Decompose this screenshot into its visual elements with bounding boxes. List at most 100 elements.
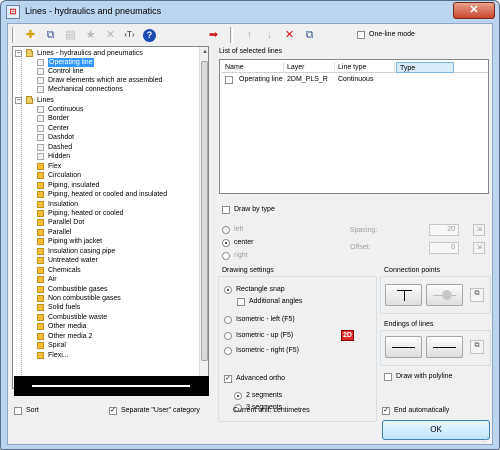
delete-icon[interactable]: ✕ — [102, 27, 119, 43]
endings-settings-icon[interactable]: ⧉ — [470, 340, 484, 354]
selected-lines-list[interactable]: Name Layer Line type Type Operating line… — [219, 59, 489, 194]
tree-item-label: Flexi... — [48, 351, 69, 359]
radio-isometric-right[interactable] — [224, 347, 232, 355]
radio-isometric-left[interactable] — [224, 316, 232, 324]
radio-left[interactable] — [222, 226, 230, 234]
column-name[interactable]: Name — [222, 62, 284, 73]
offset-field[interactable]: 0 — [429, 242, 459, 254]
radio-isometric-up[interactable] — [224, 332, 232, 340]
move-down-icon[interactable]: ↓ — [261, 27, 278, 43]
list-row[interactable]: Operating line 2DM_PLS_R Continuous — [222, 75, 488, 85]
tree-item-line-type[interactable]: Flexi... — [13, 351, 199, 360]
sort-box[interactable] — [14, 407, 22, 415]
new-icon[interactable]: ✚ — [22, 27, 39, 43]
titlebar[interactable]: ⊡ Lines - hydraulics and pneumatics ✕ — [1, 1, 499, 23]
tree-item-line-type[interactable]: Hidden — [13, 152, 199, 161]
copy-icon[interactable]: ⧉ — [42, 27, 59, 43]
separate-user-box[interactable]: ✓ — [109, 407, 117, 415]
ending-end-button[interactable] — [426, 336, 463, 358]
dot-symbol — [442, 290, 452, 300]
offset-pick-icon[interactable]: ⇲ — [473, 242, 485, 254]
connection-settings-icon[interactable]: ⧉ — [470, 288, 484, 302]
connection-dot-button[interactable] — [426, 284, 463, 306]
tree-item-line-type[interactable]: Other media — [13, 322, 199, 331]
column-layer[interactable]: Layer — [284, 62, 335, 73]
tree-item-line-type[interactable]: Air — [13, 275, 199, 284]
tree-item-line-type[interactable]: Other media 2 — [13, 332, 199, 341]
ending-start-button[interactable] — [385, 336, 422, 358]
tree-item-draw-elements-assembled[interactable]: Draw elements which are assembled — [13, 76, 199, 85]
tree-item-mechanical-connections[interactable]: Mechanical connections — [13, 85, 199, 94]
help-icon[interactable]: ? — [143, 29, 156, 42]
line-type-icon — [37, 209, 44, 217]
ok-button[interactable]: OK — [382, 420, 490, 440]
one-line-mode-box[interactable] — [357, 31, 365, 39]
tree-item-line-type[interactable]: Border — [13, 114, 199, 123]
close-button[interactable]: ✕ — [453, 2, 495, 19]
advanced-ortho-box[interactable]: ✓ — [224, 375, 232, 383]
grid-icon[interactable]: ▤ — [62, 27, 79, 43]
line-type-icon — [37, 143, 44, 151]
additional-angles-box[interactable] — [237, 298, 245, 306]
tree-item-line-type[interactable]: Spiral — [13, 341, 199, 350]
copy-list-icon[interactable]: ⧉ — [301, 27, 318, 43]
tree-item-line-type[interactable]: Non combustible gases — [13, 294, 199, 303]
tree-item-line-type[interactable]: Combustible gases — [13, 285, 199, 294]
tree-item-line-type[interactable]: Untreated water — [13, 256, 199, 265]
tree-scrollbar[interactable]: ▲ ▼ — [199, 47, 208, 388]
toolbar-grip[interactable] — [12, 27, 15, 43]
radio-rectangle-snap[interactable] — [224, 286, 232, 294]
scroll-up-icon[interactable]: ▲ — [200, 47, 208, 57]
end-automatically-box[interactable]: ✓ — [382, 407, 390, 415]
line-type-icon — [37, 247, 44, 255]
tree-item-line-type[interactable]: Parallel Dot — [13, 218, 199, 227]
add-arrow-icon[interactable]: ➡ — [205, 27, 222, 43]
line-type-tree[interactable]: − Lines - hydraulics and pneumatics Oper… — [12, 46, 209, 389]
tree-item-line-type[interactable]: Parallel — [13, 228, 199, 237]
spacing-pick-icon[interactable]: ⇲ — [473, 224, 485, 236]
tree-item-line-type[interactable]: Piping, heated or cooled and insulated — [13, 190, 199, 199]
tree-item-line-type[interactable]: Center — [13, 124, 199, 133]
collapse-icon[interactable]: − — [15, 97, 22, 104]
tree-item-control-line[interactable]: Control line — [13, 67, 199, 76]
tree-item-label: Flex — [48, 162, 62, 170]
tree-item-line-type[interactable]: Piping, heated or cooled — [13, 209, 199, 218]
tree-item-line-type[interactable]: Piping, insulated — [13, 181, 199, 190]
tree-category-hydraulics[interactable]: − Lines - hydraulics and pneumatics — [13, 49, 199, 58]
cell-layer: 2DM_PLS_R — [287, 76, 328, 83]
row-checkbox[interactable] — [225, 76, 233, 84]
draw-with-polyline-box[interactable] — [384, 373, 392, 381]
tree-item-operating-line[interactable]: Operating line — [13, 58, 199, 67]
tree-item-line-type[interactable]: Continuous — [13, 105, 199, 114]
draw-by-type-box[interactable] — [222, 206, 230, 214]
mode-2d-badge[interactable]: 2D — [341, 330, 354, 341]
radio-2-segments[interactable] — [234, 392, 242, 400]
tree-item-line-type[interactable]: Solid fuels — [13, 303, 199, 312]
tree-category-lines[interactable]: − Lines — [13, 96, 199, 105]
radio-right[interactable] — [222, 252, 230, 260]
star-icon[interactable]: ★ — [82, 27, 99, 43]
remove-icon[interactable]: ✕ — [281, 27, 298, 43]
tree-item-line-type[interactable]: Circulation — [13, 171, 199, 180]
radio-center[interactable] — [222, 239, 230, 247]
tree-item-line-type[interactable]: Insulation — [13, 200, 199, 209]
tree-item-line-type[interactable]: Dashdot — [13, 133, 199, 142]
connection-tee-button[interactable] — [385, 284, 422, 306]
spacing-field[interactable]: 20 — [429, 224, 459, 236]
tree-item-line-type[interactable]: Flex — [13, 162, 199, 171]
move-up-icon[interactable]: ↑ — [241, 27, 258, 43]
rename-icon[interactable]: ‹T› — [121, 27, 138, 43]
tree-item-line-type[interactable]: Dashed — [13, 143, 199, 152]
line-type-icon — [37, 191, 44, 199]
resize-grip-icon[interactable]: ⋰ — [482, 436, 492, 446]
tree-item-line-type[interactable]: Insulation casing pipe — [13, 247, 199, 256]
line-type-icon — [37, 162, 44, 170]
tree-item-line-type[interactable]: Piping with jacket — [13, 237, 199, 246]
column-line-type[interactable]: Line type — [335, 62, 395, 73]
tree-item-line-type[interactable]: Combustible waste — [13, 313, 199, 322]
toolbar-grip-2[interactable] — [230, 27, 233, 43]
scroll-thumb[interactable] — [201, 61, 208, 361]
collapse-icon[interactable]: − — [15, 50, 22, 57]
column-type[interactable]: Type — [396, 62, 454, 73]
tree-item-line-type[interactable]: Chemicals — [13, 266, 199, 275]
